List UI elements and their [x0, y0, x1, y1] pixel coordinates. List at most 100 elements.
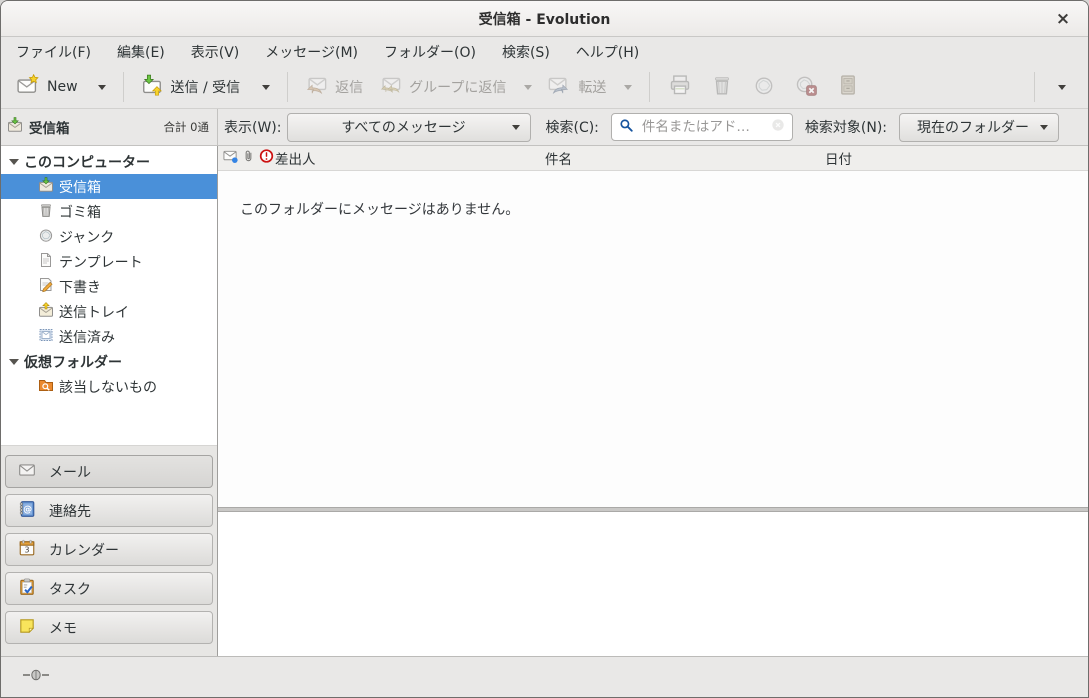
- tree-group-this-computer[interactable]: このコンピューター: [1, 149, 217, 174]
- toolbar: New 送信 / 受信 返信 グループに返信 転送: [1, 66, 1088, 109]
- toolbar-overflow-button[interactable]: [1044, 80, 1080, 95]
- sidebar-item-inbox[interactable]: 受信箱: [1, 174, 217, 199]
- archive-button[interactable]: [827, 69, 869, 105]
- group-reply-dropdown-icon[interactable]: [524, 85, 532, 90]
- close-icon[interactable]: ×: [1050, 6, 1076, 32]
- print-button[interactable]: [659, 69, 701, 105]
- menu-view[interactable]: 表示(V): [178, 38, 253, 66]
- evolution-window: 受信箱 - Evolution × ファイル(F) 編集(E) 表示(V) メッ…: [0, 0, 1089, 698]
- menu-help[interactable]: ヘルプ(H): [563, 38, 652, 66]
- menu-edit[interactable]: 編集(E): [104, 38, 178, 66]
- titlebar: 受信箱 - Evolution ×: [1, 1, 1088, 37]
- column-header-from[interactable]: 差出人: [275, 148, 316, 168]
- forward-button[interactable]: 転送: [540, 69, 640, 105]
- reply-icon: [305, 74, 327, 100]
- sidebar-item-outbox[interactable]: 送信トレイ: [1, 299, 217, 324]
- forward-label: 転送: [578, 77, 606, 97]
- current-folder-panel: 受信箱 合計 0通: [1, 109, 218, 145]
- clear-search-icon[interactable]: [771, 118, 785, 136]
- main-area: このコンピューター 受信箱 ゴミ箱 ジャンク テンプレート: [1, 146, 1088, 656]
- show-filter-dropdown[interactable]: すべてのメッセージ: [287, 113, 531, 142]
- send-receive-button[interactable]: 送信 / 受信: [133, 69, 279, 105]
- send-receive-icon: [141, 74, 163, 100]
- trash-icon: [711, 74, 733, 100]
- new-dropdown-icon[interactable]: [98, 85, 106, 90]
- send-receive-dropdown-icon[interactable]: [262, 85, 270, 90]
- new-button-label: New: [47, 79, 78, 95]
- sidebar-item-junk[interactable]: ジャンク: [1, 224, 217, 249]
- switcher-memos-button[interactable]: メモ: [5, 611, 213, 644]
- statusbar: [1, 656, 1088, 697]
- junk-icon: [38, 227, 54, 247]
- switcher-mail-button[interactable]: メール: [5, 455, 213, 488]
- important-icon[interactable]: [259, 149, 274, 168]
- window-title: 受信箱 - Evolution: [479, 9, 611, 29]
- new-mail-icon: [17, 74, 39, 100]
- expander-icon[interactable]: [9, 159, 19, 165]
- chevron-down-icon: [512, 125, 520, 130]
- sidebar-item-drafts[interactable]: 下書き: [1, 274, 217, 299]
- message-list[interactable]: このフォルダーにメッセージはありません。: [218, 171, 1088, 507]
- search-input[interactable]: [640, 118, 765, 136]
- reply-button[interactable]: 返信: [297, 69, 371, 105]
- delete-button[interactable]: [701, 69, 743, 105]
- search-box: [611, 113, 793, 141]
- inbox-icon: [7, 117, 23, 137]
- search-folder-icon: [38, 377, 54, 397]
- forward-icon: [548, 74, 570, 100]
- tree-group-search-folders[interactable]: 仮想フォルダー: [1, 349, 217, 374]
- menu-folder[interactable]: フォルダー(O): [371, 38, 489, 66]
- tasks-icon: [18, 578, 36, 600]
- toolbar-separator: [1034, 72, 1035, 102]
- group-reply-button[interactable]: グループに返信: [371, 69, 540, 105]
- svg-text:3: 3: [24, 545, 29, 554]
- junk-icon: [753, 74, 775, 100]
- sidebar-item-templates[interactable]: テンプレート: [1, 249, 217, 274]
- view-switcher: メール @ 連絡先 3 カレンダー タスク メモ: [1, 446, 217, 656]
- switcher-contacts-button[interactable]: @ 連絡先: [5, 494, 213, 527]
- outbox-icon: [38, 302, 54, 322]
- not-junk-button[interactable]: [785, 69, 827, 105]
- mail-icon: [18, 461, 36, 483]
- sent-icon: [38, 327, 54, 347]
- sidebar: このコンピューター 受信箱 ゴミ箱 ジャンク テンプレート: [1, 146, 218, 656]
- online-status-icon[interactable]: [23, 667, 49, 687]
- template-icon: [38, 252, 54, 272]
- draft-icon: [38, 277, 54, 297]
- menu-file[interactable]: ファイル(F): [3, 38, 104, 66]
- not-junk-icon: [795, 74, 817, 100]
- menu-search[interactable]: 検索(S): [489, 38, 563, 66]
- reply-label: 返信: [335, 77, 363, 97]
- empty-folder-message: このフォルダーにメッセージはありません。: [240, 199, 519, 219]
- printer-icon: [669, 74, 691, 100]
- column-header-date[interactable]: 日付: [825, 148, 852, 168]
- header-icon-columns: [223, 149, 274, 168]
- group-reply-label: グループに返信: [409, 77, 506, 97]
- show-filter-label: 表示(W):: [224, 117, 281, 137]
- attachment-icon[interactable]: [241, 149, 256, 168]
- search-scope-value: 現在のフォルダー: [910, 117, 1036, 137]
- message-list-header: 差出人 件名 日付: [218, 146, 1088, 171]
- forward-dropdown-icon[interactable]: [624, 85, 632, 90]
- switcher-tasks-button[interactable]: タスク: [5, 572, 213, 605]
- switcher-calendar-button[interactable]: 3 カレンダー: [5, 533, 213, 566]
- sidebar-item-unmatched[interactable]: 該当しないもの: [1, 374, 217, 399]
- junk-button[interactable]: [743, 69, 785, 105]
- toolbar-separator: [649, 72, 650, 102]
- memo-icon: [18, 617, 36, 639]
- sidebar-item-trash[interactable]: ゴミ箱: [1, 199, 217, 224]
- expander-icon[interactable]: [9, 359, 19, 365]
- new-button[interactable]: New: [9, 69, 114, 105]
- search-scope-dropdown[interactable]: 現在のフォルダー: [899, 113, 1059, 142]
- menubar: ファイル(F) 編集(E) 表示(V) メッセージ(M) フォルダー(O) 検索…: [1, 37, 1088, 66]
- overflow-arrow-icon: [1058, 85, 1066, 90]
- message-status-icon[interactable]: [223, 149, 238, 168]
- archive-icon: [837, 74, 859, 100]
- sidebar-item-sent[interactable]: 送信済み: [1, 324, 217, 349]
- column-header-subject[interactable]: 件名: [545, 148, 572, 168]
- folder-tree: このコンピューター 受信箱 ゴミ箱 ジャンク テンプレート: [1, 146, 217, 446]
- show-filter-value: すべてのメッセージ: [298, 117, 508, 137]
- search-label: 検索(C):: [545, 117, 598, 137]
- message-preview-pane: [218, 512, 1088, 656]
- menu-message[interactable]: メッセージ(M): [252, 38, 371, 66]
